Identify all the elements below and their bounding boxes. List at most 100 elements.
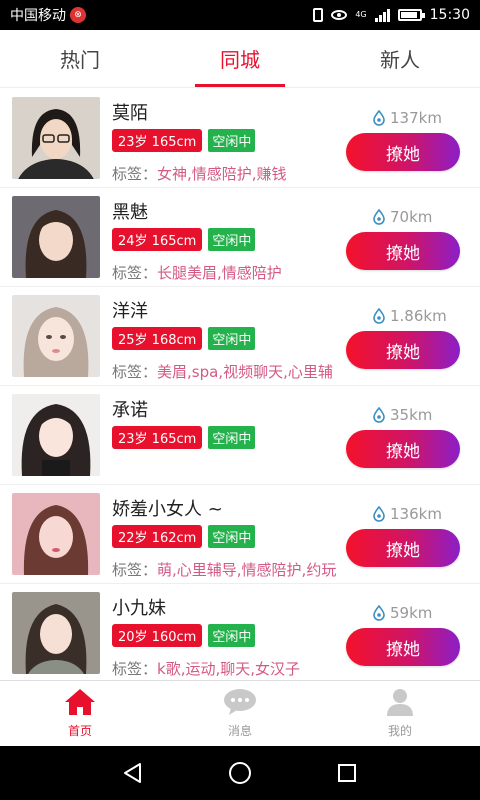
flirt-button[interactable]: 撩她 [346, 628, 460, 666]
distance-value: 35km [390, 406, 433, 424]
tab-bar: 热门 同城 新人 [0, 30, 480, 88]
message-icon [224, 689, 256, 715]
tags-line: 标签：长腿美眉,情感陪护 [112, 262, 340, 283]
back-button[interactable] [118, 758, 148, 788]
age-height-badge: 20岁 160cm [112, 624, 203, 647]
hd-icon: ⊗ [70, 7, 86, 23]
person-name: 娇羞小女人 ~ [112, 499, 223, 520]
tags-line: 标签：美眉,spa,视频聊天,心里辅 [112, 361, 340, 382]
tab-hot[interactable]: 热门 [0, 30, 160, 87]
carrier-name: 中国移动 [10, 8, 66, 24]
person-name: 洋洋 [112, 301, 148, 322]
person-name: 小九妹 [112, 598, 166, 619]
distance: 136km [372, 505, 442, 523]
person-name: 黑魅 [112, 202, 148, 223]
age-height-badge: 25岁 168cm [112, 327, 203, 350]
home-circle-icon [228, 762, 251, 784]
tab-label: 热门 [60, 48, 100, 72]
person-name: 莫陌 [112, 103, 148, 124]
recents-button[interactable] [332, 758, 362, 788]
avatar[interactable] [12, 394, 100, 476]
tags-line: 标签：k歌,运动,聊天,女汉子 [112, 658, 340, 679]
nav-messages[interactable]: 消息 [160, 681, 320, 746]
person-name: 承诺 [112, 400, 148, 421]
flirt-button[interactable]: 撩她 [346, 133, 460, 171]
nav-profile[interactable]: 我的 [320, 681, 480, 746]
distance: 35km [372, 406, 432, 424]
distance: 1.86km [372, 307, 447, 325]
status-badge: 空闲中 [208, 327, 256, 350]
list-item[interactable]: 承诺 23岁 165cm 空闲中 35km 撩她 [0, 386, 480, 485]
nav-home[interactable]: 首页 [0, 681, 160, 746]
tags-values: 美眉,spa,视频聊天,心里辅 [157, 363, 333, 381]
tags-line: 标签：萌,心里辅导,情感陪护,约玩 [112, 559, 340, 580]
clock: 15:30 [429, 7, 470, 23]
flirt-button[interactable]: 撩她 [346, 331, 460, 369]
avatar[interactable] [12, 196, 100, 278]
status-bar: 中国移动 ⊗ 4G 15:30 [0, 0, 480, 30]
tab-newcomers[interactable]: 新人 [320, 30, 480, 87]
distance-value: 136km [390, 505, 442, 523]
home-button[interactable] [225, 758, 255, 788]
avatar[interactable] [12, 493, 100, 575]
distance-value: 1.86km [390, 307, 447, 325]
location-pin-icon [373, 506, 385, 522]
distance: 137km [372, 109, 442, 127]
home-icon [65, 689, 95, 715]
tags-label: 标签： [112, 363, 158, 381]
signal-icon [374, 8, 390, 22]
tags-label: 标签： [112, 561, 158, 579]
location-pin-icon [373, 209, 385, 225]
system-nav-bar [0, 746, 480, 800]
bottom-nav: 首页 消息 我的 [0, 680, 480, 746]
status-badge: 空闲中 [208, 624, 256, 647]
status-badge: 空闲中 [208, 426, 256, 449]
avatar[interactable] [12, 295, 100, 377]
list-item[interactable]: 黑魅 24岁 165cm 空闲中 标签：长腿美眉,情感陪护 70km 撩她 [0, 188, 480, 287]
status-badge: 空闲中 [208, 129, 256, 152]
tags-label: 标签： [112, 660, 158, 678]
people-list[interactable]: 莫陌 23岁 165cm 空闲中 标签：女神,情感陪护,赚钱 137km 撩她 … [0, 89, 480, 680]
location-pin-icon [373, 308, 385, 324]
vibrate-icon [313, 8, 324, 22]
list-item[interactable]: 娇羞小女人 ~ 22岁 162cm 空闲中 标签：萌,心里辅导,情感陪护,约玩 … [0, 485, 480, 584]
network-type: 4G [355, 10, 367, 19]
tab-label: 同城 [220, 48, 260, 72]
tags-label: 标签： [112, 165, 158, 183]
tags-values: 长腿美眉,情感陪护 [157, 264, 282, 282]
avatar[interactable] [12, 97, 100, 179]
distance-value: 137km [390, 109, 442, 127]
nav-label: 消息 [227, 724, 252, 738]
list-item[interactable]: 莫陌 23岁 165cm 空闲中 标签：女神,情感陪护,赚钱 137km 撩她 [0, 89, 480, 188]
list-item[interactable]: 洋洋 25岁 168cm 空闲中 标签：美眉,spa,视频聊天,心里辅 1.86… [0, 287, 480, 386]
tags-values: 萌,心里辅导,情感陪护,约玩 [157, 561, 337, 579]
age-height-badge: 23岁 165cm [112, 129, 203, 152]
distance: 70km [372, 208, 432, 226]
profile-icon [387, 689, 413, 716]
battery-icon [397, 9, 425, 21]
avatar[interactable] [12, 592, 100, 674]
age-height-badge: 23岁 165cm [112, 426, 203, 449]
carrier: 中国移动 ⊗ [10, 5, 86, 25]
tab-same-city[interactable]: 同城 [160, 30, 320, 87]
flirt-button[interactable]: 撩她 [346, 232, 460, 270]
tab-label: 新人 [380, 48, 420, 72]
eye-icon [331, 10, 348, 20]
distance: 59km [372, 604, 432, 622]
location-pin-icon [373, 110, 385, 126]
status-badge: 空闲中 [208, 525, 256, 548]
flirt-button[interactable]: 撩她 [346, 430, 460, 468]
location-pin-icon [373, 407, 385, 423]
tags-values: k歌,运动,聊天,女汉子 [157, 660, 301, 678]
location-pin-icon [373, 605, 385, 621]
tags-label: 标签： [112, 264, 158, 282]
recents-square-icon [337, 764, 356, 782]
flirt-button[interactable]: 撩她 [346, 529, 460, 567]
distance-value: 70km [390, 208, 433, 226]
back-triangle-icon [124, 763, 142, 783]
status-badge: 空闲中 [208, 228, 256, 251]
age-height-badge: 24岁 165cm [112, 228, 203, 251]
age-height-badge: 22岁 162cm [112, 525, 203, 548]
list-item[interactable]: 小九妹 20岁 160cm 空闲中 标签：k歌,运动,聊天,女汉子 59km 撩… [0, 584, 480, 680]
nav-label: 我的 [387, 724, 412, 738]
